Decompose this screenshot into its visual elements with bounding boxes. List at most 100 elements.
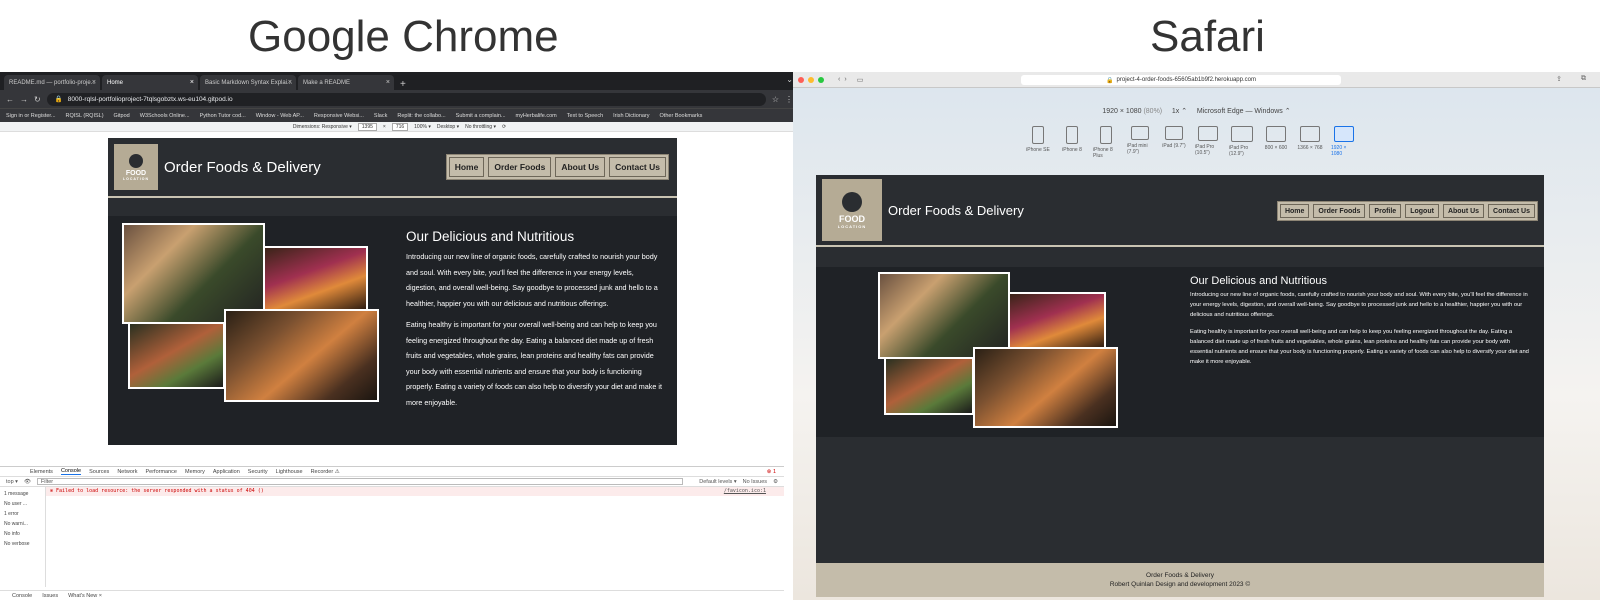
- chrome-tab[interactable]: Basic Markdown Syntax Explai... ×: [200, 75, 296, 90]
- close-icon[interactable]: ×: [190, 79, 194, 86]
- maximize-icon[interactable]: [818, 76, 824, 83]
- bookmark-other[interactable]: Other Bookmarks: [660, 113, 703, 119]
- devtools-tab[interactable]: Security: [248, 469, 268, 475]
- zoom-select[interactable]: 100% ▾: [414, 124, 431, 130]
- forward-icon[interactable]: →: [20, 95, 28, 104]
- close-icon[interactable]: ×: [288, 79, 292, 86]
- bookmark[interactable]: Irish Dictionary: [613, 113, 649, 119]
- device-ipad-pro-12[interactable]: iPad Pro (12.9"): [1229, 126, 1255, 159]
- bookmark[interactable]: myHerbalife.com: [516, 113, 557, 119]
- bookmark[interactable]: W3Schools Online...: [140, 113, 190, 119]
- sidebar-errors[interactable]: 1 error: [4, 509, 45, 519]
- devtools-tab[interactable]: Recorder ⚠: [311, 469, 340, 475]
- nav-contact-us[interactable]: Contact Us: [1488, 204, 1535, 218]
- device-1920x1080[interactable]: 1920 × 1080: [1331, 126, 1357, 159]
- chrome-tab-active[interactable]: Home ×: [102, 75, 198, 90]
- chrome-tab[interactable]: Make a README ×: [298, 75, 394, 90]
- back-icon[interactable]: ←: [6, 95, 14, 104]
- bookmark[interactable]: Gitpod: [114, 113, 130, 119]
- device-iphone-8-plus[interactable]: iPhone 8 Plus: [1093, 126, 1119, 159]
- devtools-tab[interactable]: Lighthouse: [276, 469, 303, 475]
- nav-order-foods[interactable]: Order Foods: [1313, 204, 1366, 218]
- close-icon[interactable]: [798, 76, 804, 83]
- rd-resolution[interactable]: 1920 × 1080: [1102, 108, 1141, 115]
- bookmark[interactable]: Window - Web AP...: [256, 113, 304, 119]
- rd-zoom[interactable]: 1x ⌃: [1172, 108, 1187, 115]
- drawer-tab[interactable]: What's New ×: [68, 593, 102, 599]
- devtools-tab[interactable]: Network: [117, 469, 137, 475]
- mode-select[interactable]: Desktop ▾: [437, 124, 459, 130]
- sidebar-icon[interactable]: ▭: [857, 76, 864, 84]
- minimize-icon[interactable]: [808, 76, 814, 83]
- height-input[interactable]: 716: [391, 122, 409, 131]
- nav-profile[interactable]: Profile: [1369, 204, 1402, 218]
- share-icon[interactable]: ⇪: [1556, 75, 1562, 83]
- bookmark[interactable]: Sign in or Register...: [6, 113, 56, 119]
- star-icon[interactable]: ☆: [772, 95, 779, 104]
- bookmark[interactable]: Submit a complain...: [456, 113, 506, 119]
- sidebar-warnings[interactable]: No warni...: [4, 519, 45, 529]
- nav-order-foods[interactable]: Order Foods: [488, 157, 552, 177]
- bookmark[interactable]: Python Tutor cod...: [200, 113, 246, 119]
- gear-icon[interactable]: ⚙: [773, 479, 778, 485]
- bookmark[interactable]: RQISL (RQISL): [66, 113, 104, 119]
- reload-icon[interactable]: ↻: [34, 95, 41, 104]
- sidebar-verbose[interactable]: No verbose: [4, 539, 45, 549]
- error-source-link[interactable]: /favicon.ico:1: [724, 487, 766, 496]
- bookmark[interactable]: Text to Speech: [567, 113, 603, 119]
- nav-logout[interactable]: Logout: [1405, 204, 1439, 218]
- device-1366x768[interactable]: 1366 × 768: [1297, 126, 1323, 159]
- tabs-icon[interactable]: ⧉: [1581, 75, 1586, 83]
- width-input[interactable]: 1395: [357, 122, 377, 131]
- forward-icon[interactable]: ›: [844, 76, 846, 83]
- rotate-icon[interactable]: ⟳: [502, 124, 506, 130]
- filter-input[interactable]: Filter: [36, 478, 684, 485]
- drawer-tab[interactable]: Issues: [42, 593, 58, 599]
- bookmark[interactable]: Replit: the collabo...: [397, 113, 445, 119]
- device-ipad-mini[interactable]: iPad mini (7.9"): [1127, 126, 1153, 159]
- error-count-badge[interactable]: ⊗ 1: [767, 469, 776, 475]
- device-iphone-8[interactable]: iPhone 8: [1059, 126, 1085, 159]
- context-select[interactable]: top ▾: [6, 479, 18, 485]
- devtools-tab[interactable]: Elements: [30, 469, 53, 475]
- devtools-tab[interactable]: Application: [213, 469, 240, 475]
- dimensions-select[interactable]: Dimensions: Responsive ▾: [293, 124, 352, 130]
- drawer-tab[interactable]: Console: [12, 593, 32, 599]
- nav-about-us[interactable]: About Us: [1442, 204, 1485, 218]
- error-message: Failed to load resource: the server resp…: [56, 488, 264, 494]
- device-ipad[interactable]: iPad (9.7"): [1161, 126, 1187, 159]
- nav-about-us[interactable]: About Us: [555, 157, 606, 177]
- close-icon[interactable]: ×: [92, 79, 96, 86]
- back-icon[interactable]: ‹: [838, 76, 840, 83]
- site-logo[interactable]: FOOD LOCATION: [822, 179, 882, 241]
- rd-user-agent[interactable]: Microsoft Edge — Windows ⌃: [1197, 108, 1291, 115]
- issues-badge[interactable]: No Issues: [743, 479, 767, 485]
- safari-url-bar[interactable]: 🔒 project-4-order-foods-65605ab1b9f2.hero…: [1021, 75, 1341, 85]
- nav-home[interactable]: Home: [1279, 204, 1310, 218]
- devtools-tab-console[interactable]: Console: [60, 468, 82, 475]
- throttle-select[interactable]: No throttling ▾: [465, 124, 496, 130]
- devtools-tab[interactable]: Performance: [145, 469, 177, 475]
- chrome-tab[interactable]: README.md — portfolio-proje... ×: [4, 75, 100, 90]
- bookmark[interactable]: Slack: [374, 113, 387, 119]
- site-logo[interactable]: FOOD LOCATION: [114, 144, 158, 190]
- tab-label: Home: [107, 79, 124, 86]
- nav-home[interactable]: Home: [448, 157, 485, 177]
- device-ipad-pro-10[interactable]: iPad Pro (10.5"): [1195, 126, 1221, 159]
- nav-contact-us[interactable]: Contact Us: [609, 157, 666, 177]
- levels-select[interactable]: Default levels ▾: [699, 479, 736, 485]
- sidebar-messages[interactable]: 1 message: [4, 489, 45, 499]
- close-icon[interactable]: ×: [386, 79, 390, 86]
- device-iphone-se[interactable]: iPhone SE: [1025, 126, 1051, 159]
- url-input[interactable]: 🔒 8000-rqlsl-portfolioproject-7tqlsgobztx…: [46, 92, 766, 106]
- extensions-icon[interactable]: ⋮: [785, 95, 793, 104]
- tab-search-icon[interactable]: ⌄: [786, 75, 793, 84]
- new-tab-icon[interactable]: +: [400, 79, 406, 90]
- device-800x600[interactable]: 800 × 600: [1263, 126, 1289, 159]
- sidebar-info[interactable]: No info: [4, 529, 45, 539]
- eye-icon[interactable]: 👁: [24, 479, 31, 485]
- sidebar-user[interactable]: No user ...: [4, 499, 45, 509]
- devtools-tab[interactable]: Sources: [89, 469, 109, 475]
- devtools-tab[interactable]: Memory: [185, 469, 205, 475]
- bookmark[interactable]: Responsive Websi...: [314, 113, 364, 119]
